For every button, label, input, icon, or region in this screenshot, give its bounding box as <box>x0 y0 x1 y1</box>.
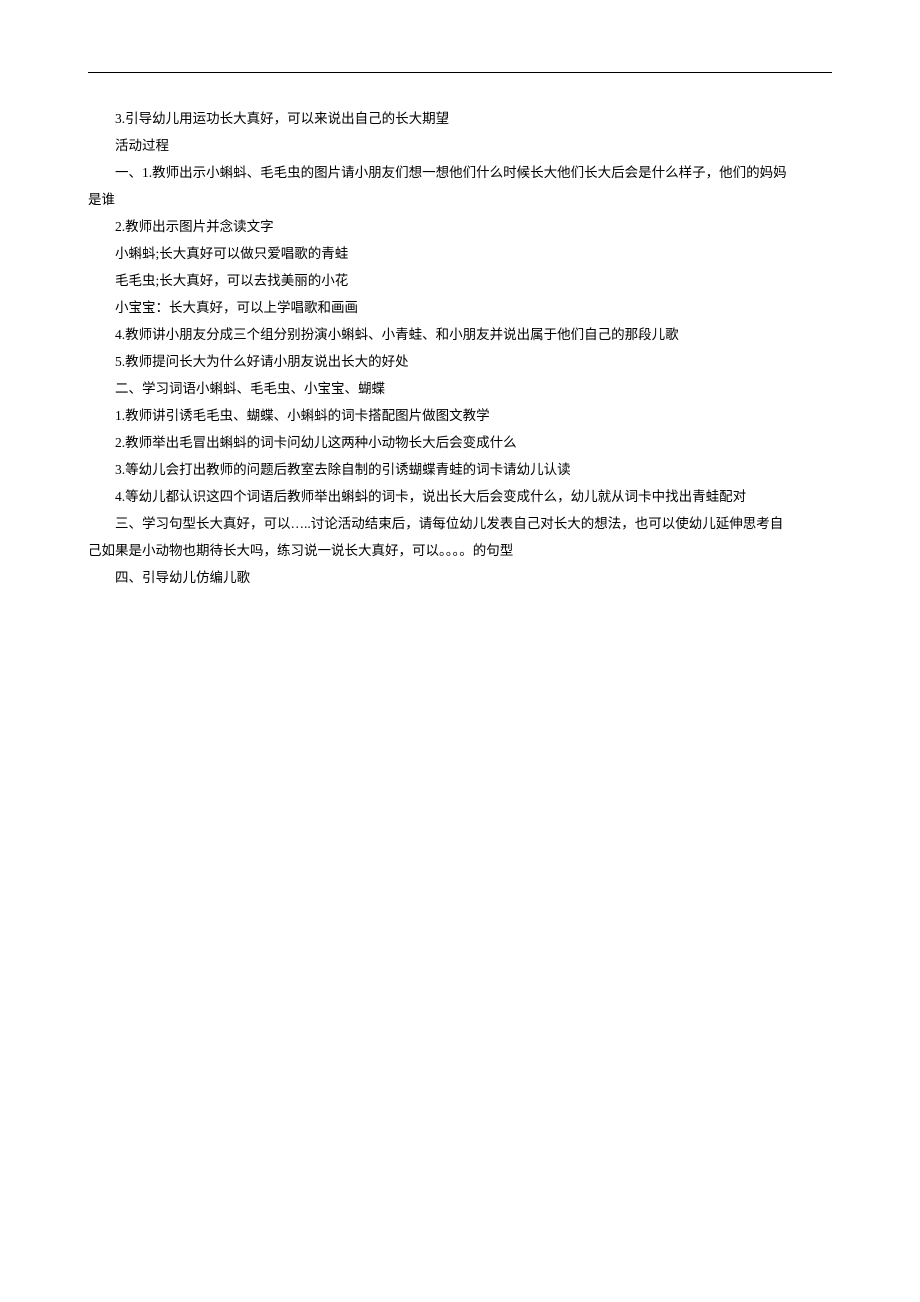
text-line: 三、学习句型长大真好，可以…..讨论活动结束后，请每位幼儿发表自己对长大的想法，… <box>88 510 832 537</box>
text-line: 二、学习词语小蝌蚪、毛毛虫、小宝宝、蝴蝶 <box>88 375 832 402</box>
text-line: 5.教师提问长大为什么好请小朋友说出长大的好处 <box>88 348 832 375</box>
text-line: 4.教师讲小朋友分成三个组分别扮演小蝌蚪、小青蛙、和小朋友并说出属于他们自己的那… <box>88 321 832 348</box>
text-line: 一、1.教师出示小蝌蚪、毛毛虫的图片请小朋友们想一想他们什么时候长大他们长大后会… <box>88 159 832 186</box>
text-line: 3.引导幼儿用运功长大真好，可以来说出自己的长大期望 <box>88 105 832 132</box>
page-container: 3.引导幼儿用运功长大真好，可以来说出自己的长大期望 活动过程 一、1.教师出示… <box>0 0 920 591</box>
text-line: 己如果是小动物也期待长大吗，练习说一说长大真好，可以。。。。的句型 <box>88 537 832 564</box>
text-line: 活动过程 <box>88 132 832 159</box>
text-line: 小蝌蚪;长大真好可以做只爱唱歌的青蛙 <box>88 240 832 267</box>
horizontal-divider <box>88 72 832 73</box>
text-line: 四、引导幼儿仿编儿歌 <box>88 564 832 591</box>
text-line: 1.教师讲引诱毛毛虫、蝴蝶、小蝌蚪的词卡搭配图片做图文教学 <box>88 402 832 429</box>
document-content: 3.引导幼儿用运功长大真好，可以来说出自己的长大期望 活动过程 一、1.教师出示… <box>88 105 832 591</box>
text-line: 4.等幼儿都认识这四个词语后教师举出蝌蚪的词卡，说出长大后会变成什么，幼儿就从词… <box>88 483 832 510</box>
text-line: 3.等幼儿会打出教师的问题后教室去除自制的引诱蝴蝶青蛙的词卡请幼儿认读 <box>88 456 832 483</box>
text-line: 毛毛虫;长大真好，可以去找美丽的小花 <box>88 267 832 294</box>
text-line: 2.教师举出毛冒出蝌蚪的词卡问幼儿这两种小动物长大后会变成什么 <box>88 429 832 456</box>
text-line: 小宝宝：长大真好，可以上学唱歌和画画 <box>88 294 832 321</box>
text-line: 是谁 <box>88 186 832 213</box>
text-line: 2.教师出示图片并念读文字 <box>88 213 832 240</box>
